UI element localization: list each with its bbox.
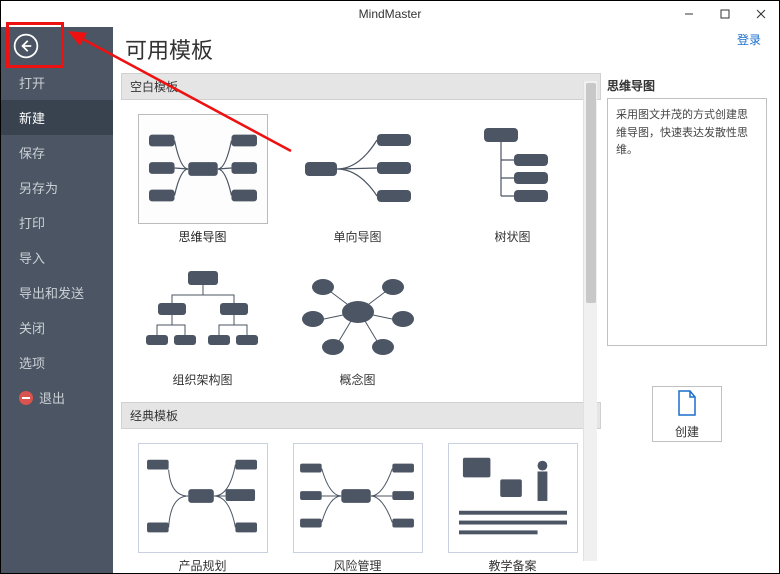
- template-oneway[interactable]: 单向导图: [280, 106, 435, 245]
- preview-description: 采用图文并茂的方式创建思维导图，快速表达发散性思维。: [616, 109, 748, 156]
- template-thumb: [138, 114, 268, 224]
- close-button[interactable]: [743, 1, 779, 27]
- template-thumb: [293, 257, 423, 367]
- classic-templates-grid: 产品规划 风险管理 教学备案: [121, 429, 601, 573]
- titlebar: MindMaster: [1, 1, 779, 27]
- sidebar-item-import[interactable]: 导入: [1, 240, 113, 275]
- exit-icon: [19, 391, 33, 405]
- template-label: 组织架构图: [125, 371, 280, 388]
- preview-description-box: 采用图文并茂的方式创建思维导图，快速表达发散性思维。: [607, 98, 767, 346]
- section-header-classic: 经典模板: [121, 402, 601, 429]
- sidebar-item-new[interactable]: 新建: [1, 100, 113, 135]
- template-label: 风险管理: [280, 557, 435, 573]
- template-thumb: [138, 257, 268, 367]
- template-label: 产品规划: [125, 557, 280, 573]
- app-title: MindMaster: [359, 7, 422, 21]
- template-concept[interactable]: 概念图: [280, 249, 435, 388]
- sidebar-item-export[interactable]: 导出和发送: [1, 275, 113, 310]
- minimize-button[interactable]: [671, 1, 707, 27]
- login-link[interactable]: 登录: [737, 31, 761, 48]
- document-icon: [676, 389, 698, 417]
- scrollbar[interactable]: [583, 81, 597, 561]
- create-button-label: 创建: [675, 423, 699, 440]
- template-thumb: [293, 114, 423, 224]
- template-label: 教学备案: [435, 557, 590, 573]
- template-teaching[interactable]: 教学备案: [435, 435, 590, 573]
- sidebar-item-close[interactable]: 关闭: [1, 310, 113, 345]
- template-label: 树状图: [435, 228, 590, 245]
- create-button[interactable]: 创建: [652, 386, 722, 442]
- sidebar-item-save[interactable]: 保存: [1, 135, 113, 170]
- template-thumb: [138, 443, 268, 553]
- template-thumb: [448, 443, 578, 553]
- template-thumb: [293, 443, 423, 553]
- template-product-plan[interactable]: 产品规划: [125, 435, 280, 573]
- sidebar-item-saveas[interactable]: 另存为: [1, 170, 113, 205]
- template-orgchart[interactable]: 组织架构图: [125, 249, 280, 388]
- back-button[interactable]: [1, 27, 51, 65]
- scrollbar-thumb[interactable]: [586, 83, 596, 303]
- sidebar-item-print[interactable]: 打印: [1, 205, 113, 240]
- template-label: 概念图: [280, 371, 435, 388]
- window-controls: [671, 1, 779, 27]
- section-header-blank: 空白模板: [121, 73, 601, 100]
- template-thumb: [448, 114, 578, 224]
- template-tree[interactable]: 树状图: [435, 106, 590, 245]
- sidebar: 打开 新建 保存 另存为 打印 导入 导出和发送 关闭 选项 退出: [1, 27, 113, 573]
- blank-templates-grid: 思维导图 单向导图 树状图: [121, 100, 601, 402]
- template-mindmap[interactable]: 思维导图: [125, 106, 280, 245]
- templates-panel: 可用模板 空白模板 思维导图 单向导图: [113, 27, 601, 573]
- page-title: 可用模板: [121, 33, 601, 65]
- template-label: 单向导图: [280, 228, 435, 245]
- maximize-button[interactable]: [707, 1, 743, 27]
- sidebar-item-exit[interactable]: 退出: [1, 380, 113, 415]
- preview-panel: 思维导图 采用图文并茂的方式创建思维导图，快速表达发散性思维。 创建: [601, 27, 779, 573]
- template-label: 思维导图: [125, 228, 280, 245]
- sidebar-item-open[interactable]: 打开: [1, 65, 113, 100]
- sidebar-item-options[interactable]: 选项: [1, 345, 113, 380]
- preview-title: 思维导图: [607, 77, 767, 94]
- template-risk-mgmt[interactable]: 风险管理: [280, 435, 435, 573]
